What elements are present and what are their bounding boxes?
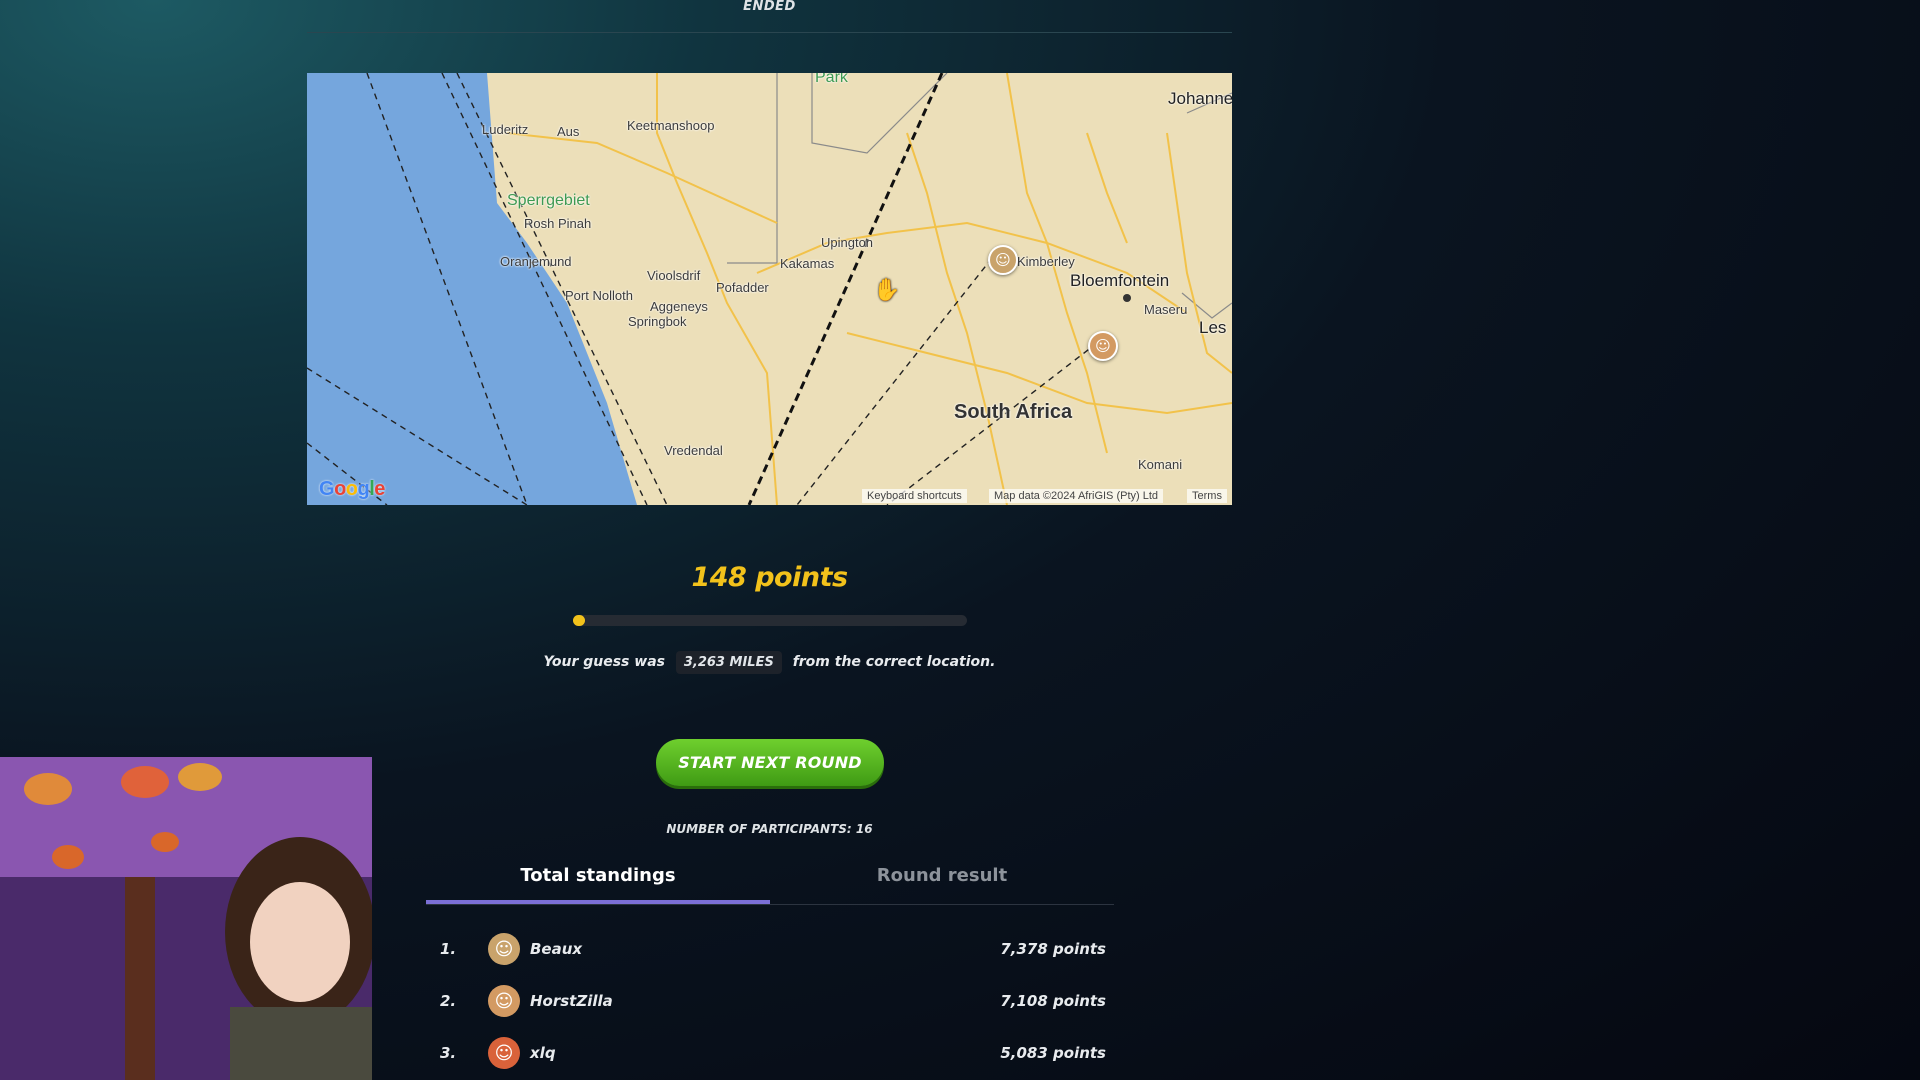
label-vioolsdrif: Vioolsdrif	[647, 268, 701, 283]
google-logo: Google	[319, 478, 385, 500]
player-name: HorstZilla	[530, 992, 613, 1010]
label-port-nolloth: Port Nolloth	[565, 288, 633, 303]
correct-line	[747, 73, 944, 505]
label-springbok: Springbok	[628, 314, 687, 329]
distance-badge: 3,263 MILES	[675, 651, 782, 674]
label-luderitz: Luderitz	[482, 122, 529, 137]
standings-row[interactable]: 1. ☺ Beaux 7,378 points	[426, 929, 1114, 969]
guess-prefix: Your guess was	[543, 654, 665, 670]
start-next-round-button[interactable]: START NEXT ROUND	[656, 739, 884, 786]
label-lesotho: Les	[1199, 318, 1227, 337]
player-points: 7,378 points	[1000, 940, 1106, 958]
label-vredendal: Vredendal	[664, 443, 723, 458]
label-komani: Komani	[1138, 457, 1183, 472]
hand-cursor-icon: ✋	[873, 278, 901, 303]
label-rosh-pinah: Rosh Pinah	[524, 216, 592, 231]
tab-round-result[interactable]: Round result	[770, 862, 1114, 904]
label-aus: Aus	[557, 124, 580, 139]
divider	[307, 32, 1232, 33]
tab-total-standings[interactable]: Total standings	[426, 862, 770, 904]
player-points: 5,083 points	[1000, 1044, 1106, 1062]
round-points: 148 points	[691, 562, 848, 593]
label-kimberley: Kimberley	[1017, 254, 1075, 269]
standings-row[interactable]: 3. ☺ xlq 5,083 points	[426, 1033, 1114, 1073]
label-pofadder: Pofadder	[716, 280, 769, 295]
points-progress-fill	[573, 615, 585, 626]
round-status: ENDED	[743, 0, 796, 14]
label-park: Park	[815, 73, 848, 86]
label-keetmanshoop: Keetmanshoop	[627, 118, 715, 133]
guess-pin-horstzilla[interactable]: ☺	[1088, 331, 1118, 361]
label-south-africa: South Africa	[954, 401, 1073, 423]
guess-distance-text: Your guess was 3,263 MILES from the corr…	[307, 651, 1232, 674]
participants-count: NUMBER OF PARTICIPANTS: 16	[666, 822, 873, 836]
label-oranjemund: Oranjemund	[500, 254, 572, 269]
label-maseru: Maseru	[1144, 302, 1188, 317]
points-progress-bar	[573, 615, 967, 626]
avatar: ☺	[488, 1037, 520, 1069]
player-name: xlq	[530, 1044, 556, 1062]
label-bloemfontein: Bloemfontein	[1070, 271, 1170, 290]
map-data-attribution: Map data ©2024 AfriGIS (Pty) Ltd	[989, 489, 1164, 503]
terms-link[interactable]: Terms	[1187, 489, 1227, 503]
webcam-overlay	[0, 757, 372, 1080]
guess-suffix: from the correct location.	[792, 654, 996, 670]
avatar: ☺	[488, 985, 520, 1017]
avatar: ☺	[488, 933, 520, 965]
player-name: Beaux	[530, 940, 583, 958]
label-upington: Upington	[821, 235, 874, 250]
guess-pin-beaux[interactable]: ☺	[988, 245, 1018, 275]
rank: 3.	[440, 1044, 457, 1062]
label-aggeneys: Aggeneys	[650, 299, 708, 314]
label-kakamas: Kakamas	[780, 256, 835, 271]
result-map[interactable]: Luderitz Aus Keetmanshoop Park Johanne S…	[307, 73, 1232, 505]
standings-row[interactable]: 2. ☺ HorstZilla 7,108 points	[426, 981, 1114, 1021]
label-sperrgebiet: Sperrgebiet	[507, 192, 590, 209]
keyboard-shortcuts-link[interactable]: Keyboard shortcuts	[862, 489, 967, 503]
rank: 1.	[440, 940, 457, 958]
rank: 2.	[440, 992, 457, 1010]
webcam-scene	[0, 757, 372, 1080]
player-points: 7,108 points	[1000, 992, 1106, 1010]
label-johannesburg: Johanne	[1168, 89, 1232, 108]
standings-tabs: Total standings Round result	[426, 862, 1114, 905]
